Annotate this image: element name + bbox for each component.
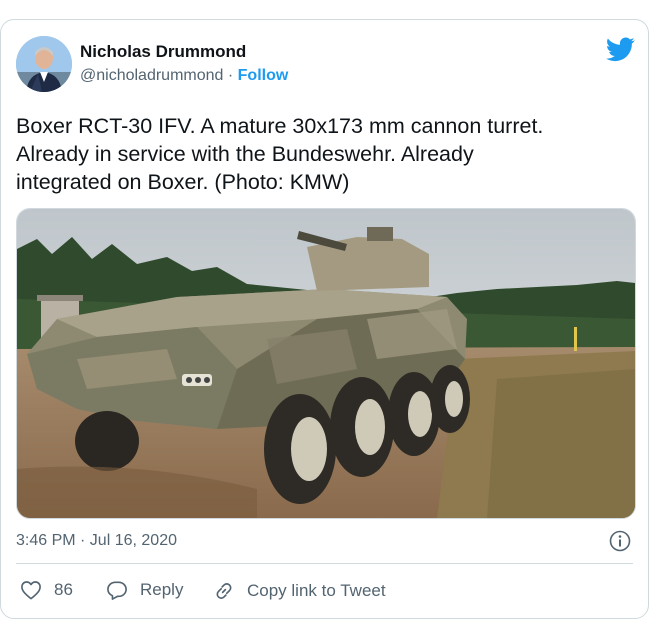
handle-separator: · [223, 67, 238, 84]
info-icon[interactable] [609, 530, 631, 552]
boxer-vehicle-photo [17, 209, 635, 518]
tweet-photo[interactable] [16, 208, 636, 519]
author-avatar[interactable] [16, 36, 72, 92]
like-count: 86 [54, 580, 73, 599]
follow-link[interactable]: Follow [238, 67, 289, 84]
actions-divider [16, 563, 633, 564]
avatar-photo [16, 36, 72, 92]
reply-label: Reply [140, 580, 184, 599]
reply-button[interactable]: Reply [106, 580, 183, 600]
author-name[interactable]: Nicholas Drummond [80, 42, 246, 62]
reply-icon [107, 581, 127, 600]
heart-icon [21, 581, 41, 600]
tweet-text-line-3: integrated on Boxer. (Photo: KMW) [16, 170, 350, 194]
tweet-text-line-1: Boxer RCT-30 IFV. A mature 30x173 mm can… [16, 114, 544, 138]
copy-link-button[interactable]: Copy link to Tweet [213, 580, 386, 602]
like-button[interactable]: 86 [20, 580, 73, 600]
author-handle-row: @nicholadrummond · Follow [80, 67, 288, 85]
link-icon [216, 583, 232, 599]
tweet-text-line-2: Already in service with the Bundeswehr. … [16, 142, 474, 166]
author-handle[interactable]: @nicholadrummond [80, 67, 223, 84]
copy-link-label: Copy link to Tweet [247, 581, 386, 600]
twitter-bird-icon[interactable] [606, 37, 635, 62]
tweet-timestamp[interactable]: 3:46 PM · Jul 16, 2020 [16, 532, 177, 550]
tweet-text: Boxer RCT-30 IFV. A mature 30x173 mm can… [16, 112, 631, 196]
